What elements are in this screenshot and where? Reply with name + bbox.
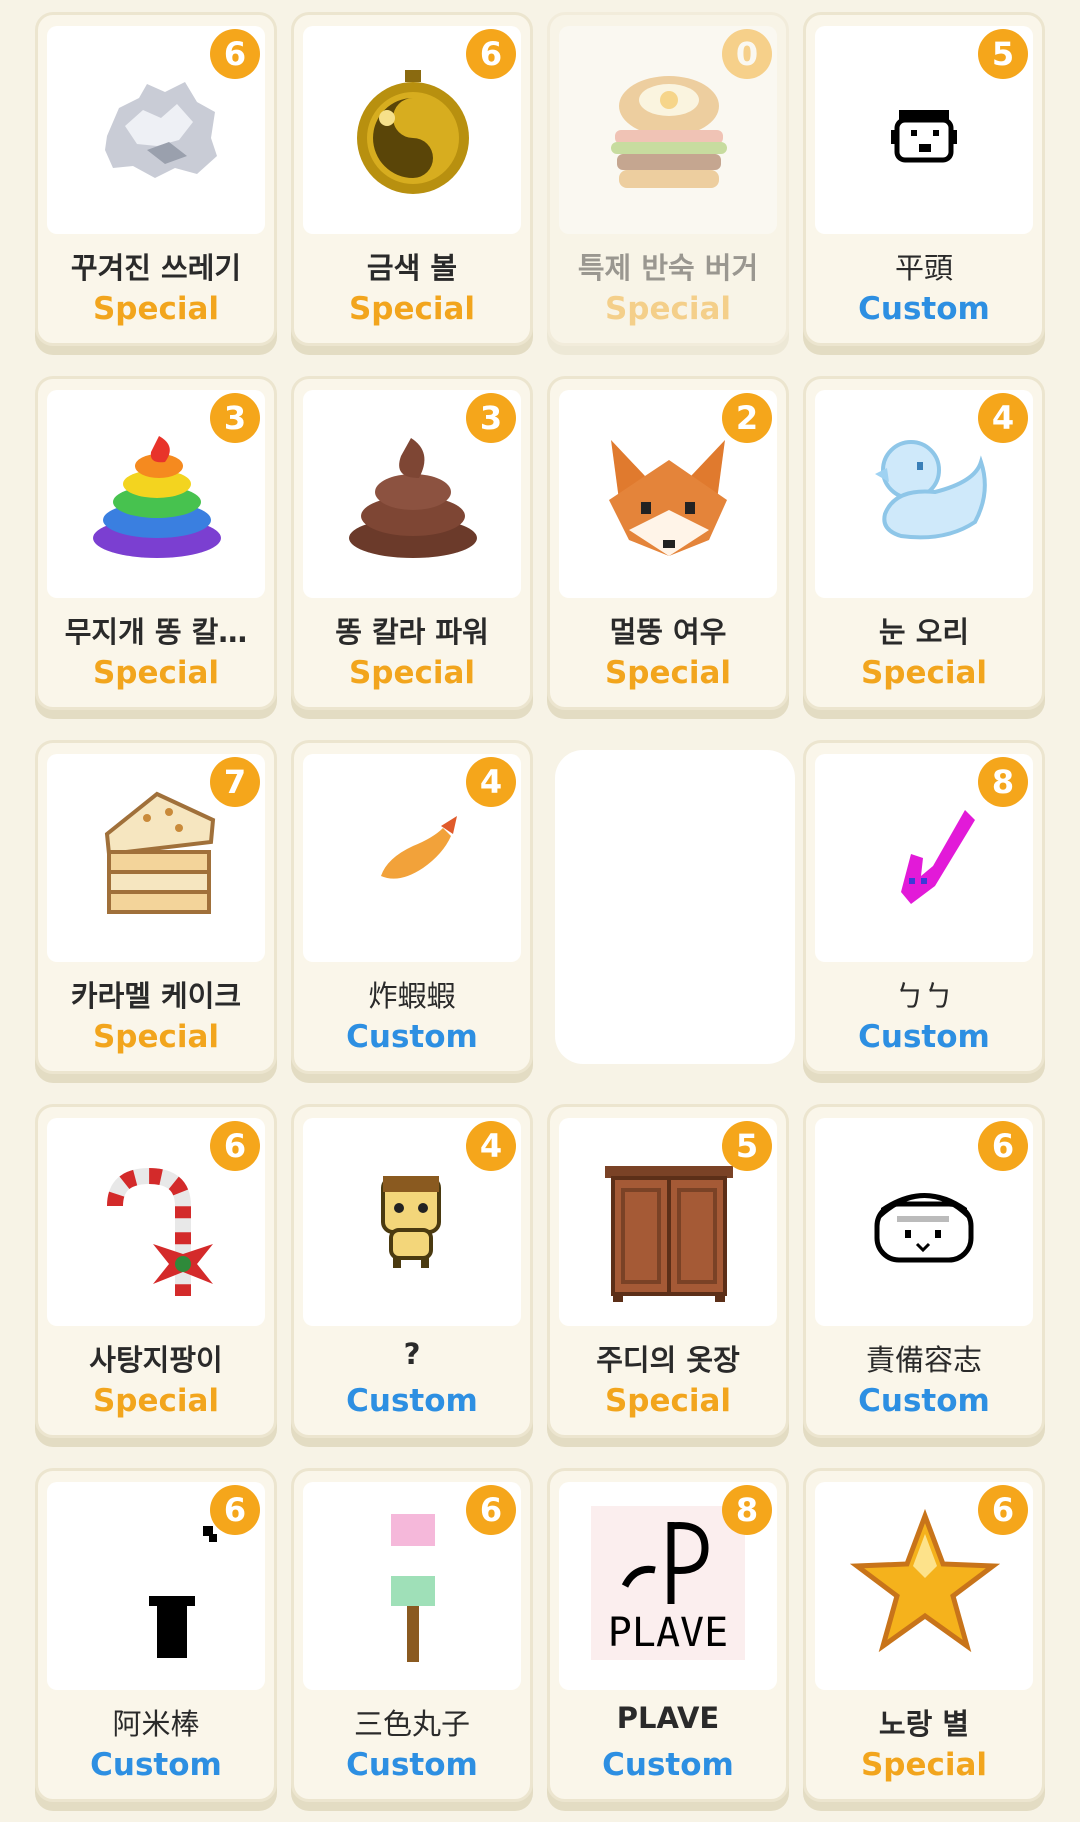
count-badge: 4 [978,393,1028,443]
count-badge: 6 [466,29,516,79]
count-badge: 6 [210,1121,260,1171]
item-card[interactable]: 6 사탕지팡이 Special [35,1104,277,1438]
item-type: Special [348,655,476,691]
count-badge: 6 [978,1121,1028,1171]
item-type: Custom [858,1019,990,1055]
item-card[interactable]: 6 阿米棒 Custom [35,1468,277,1802]
item-name: ? [403,1337,421,1371]
item-name: 주디의 옷장 [596,1343,740,1377]
item-card[interactable]: 6 노랑 별 Special [803,1468,1045,1802]
count-badge: 2 [722,393,772,443]
item-type: Special [92,1019,220,1055]
item-type: Custom [858,1383,990,1419]
item-card[interactable]: 4 ? Custom [291,1104,533,1438]
item-name: PLAVE [616,1701,720,1735]
item-name: 특제 반숙 버거 [577,251,759,285]
item-name: 똥 칼라 파워 [335,615,489,649]
count-badge: 4 [466,1121,516,1171]
item-card[interactable]: 6 금색 볼 Special [291,12,533,346]
item-card[interactable]: 3 똥 칼라 파워 Special [291,376,533,710]
item-name: 꾸겨진 쓰레기 [70,251,242,285]
item-card[interactable]: 6 꾸겨진 쓰레기 Special [35,12,277,346]
item-card[interactable]: 4 눈 오리 Special [803,376,1045,710]
item-type: Special [92,291,220,327]
empty-slot [555,750,795,1064]
count-badge: 7 [210,757,260,807]
item-type: Custom [346,1747,478,1783]
item-name: 責備容志 [865,1343,982,1377]
count-badge: 5 [722,1121,772,1171]
count-badge: 6 [466,1485,516,1535]
plave-logo-text: PLAVE [608,1610,728,1656]
item-card[interactable]: PLAVE 8 PLAVE Custom [547,1468,789,1802]
item-name: 三色丸子 [353,1707,470,1741]
count-badge: 0 [722,29,772,79]
count-badge: 5 [978,29,1028,79]
item-card[interactable]: 4 炸蝦蝦 Custom [291,740,533,1074]
item-type: Special [604,655,732,691]
item-type: Custom [90,1747,222,1783]
count-badge: 6 [210,29,260,79]
item-type: Special [860,655,988,691]
count-badge: 6 [210,1485,260,1535]
item-grid: 6 꾸겨진 쓰레기 Special 6 금색 볼 Special 0 특제 반숙… [0,0,1080,1822]
item-type: Custom [858,291,990,327]
item-name: 카라멜 케이크 [70,979,242,1013]
item-card[interactable]: 6 三色丸子 Custom [291,1468,533,1802]
item-name: 무지개 똥 칼… [64,615,248,649]
item-card[interactable]: 8 ㄅㄅ Custom [803,740,1045,1074]
count-badge: 3 [466,393,516,443]
count-badge: 4 [466,757,516,807]
item-name: 멀뚱 여우 [609,615,727,649]
item-type: Special [348,291,476,327]
item-type: Special [92,1383,220,1419]
count-badge: 6 [978,1485,1028,1535]
item-card[interactable]: 6 責備容志 Custom [803,1104,1045,1438]
item-type: Custom [346,1383,478,1419]
item-type: Special [860,1747,988,1783]
item-type: Special [92,655,220,691]
item-card[interactable]: 2 멀뚱 여우 Special [547,376,789,710]
item-card[interactable]: 7 카라멜 케이크 Special [35,740,277,1074]
count-badge: 8 [722,1485,772,1535]
item-type: Special [604,291,732,327]
item-card[interactable]: 5 平頭 Custom [803,12,1045,346]
item-name: 平頭 [894,251,953,285]
item-name: 금색 볼 [366,251,458,285]
item-type: Special [604,1383,732,1419]
item-card[interactable]: 0 특제 반숙 버거 Special [547,12,789,346]
item-name: ㄅㄅ [894,979,953,1013]
item-name: 사탕지팡이 [89,1343,223,1377]
count-badge: 3 [210,393,260,443]
item-card[interactable]: 5 주디의 옷장 Special [547,1104,789,1438]
item-name: 炸蝦蝦 [368,979,456,1013]
item-card[interactable]: 3 무지개 똥 칼… Special [35,376,277,710]
item-name: 阿米棒 [112,1707,200,1741]
item-name: 눈 오리 [878,615,970,649]
item-type: Custom [602,1747,734,1783]
item-name: 노랑 별 [878,1707,970,1741]
item-type: Custom [346,1019,478,1055]
count-badge: 8 [978,757,1028,807]
